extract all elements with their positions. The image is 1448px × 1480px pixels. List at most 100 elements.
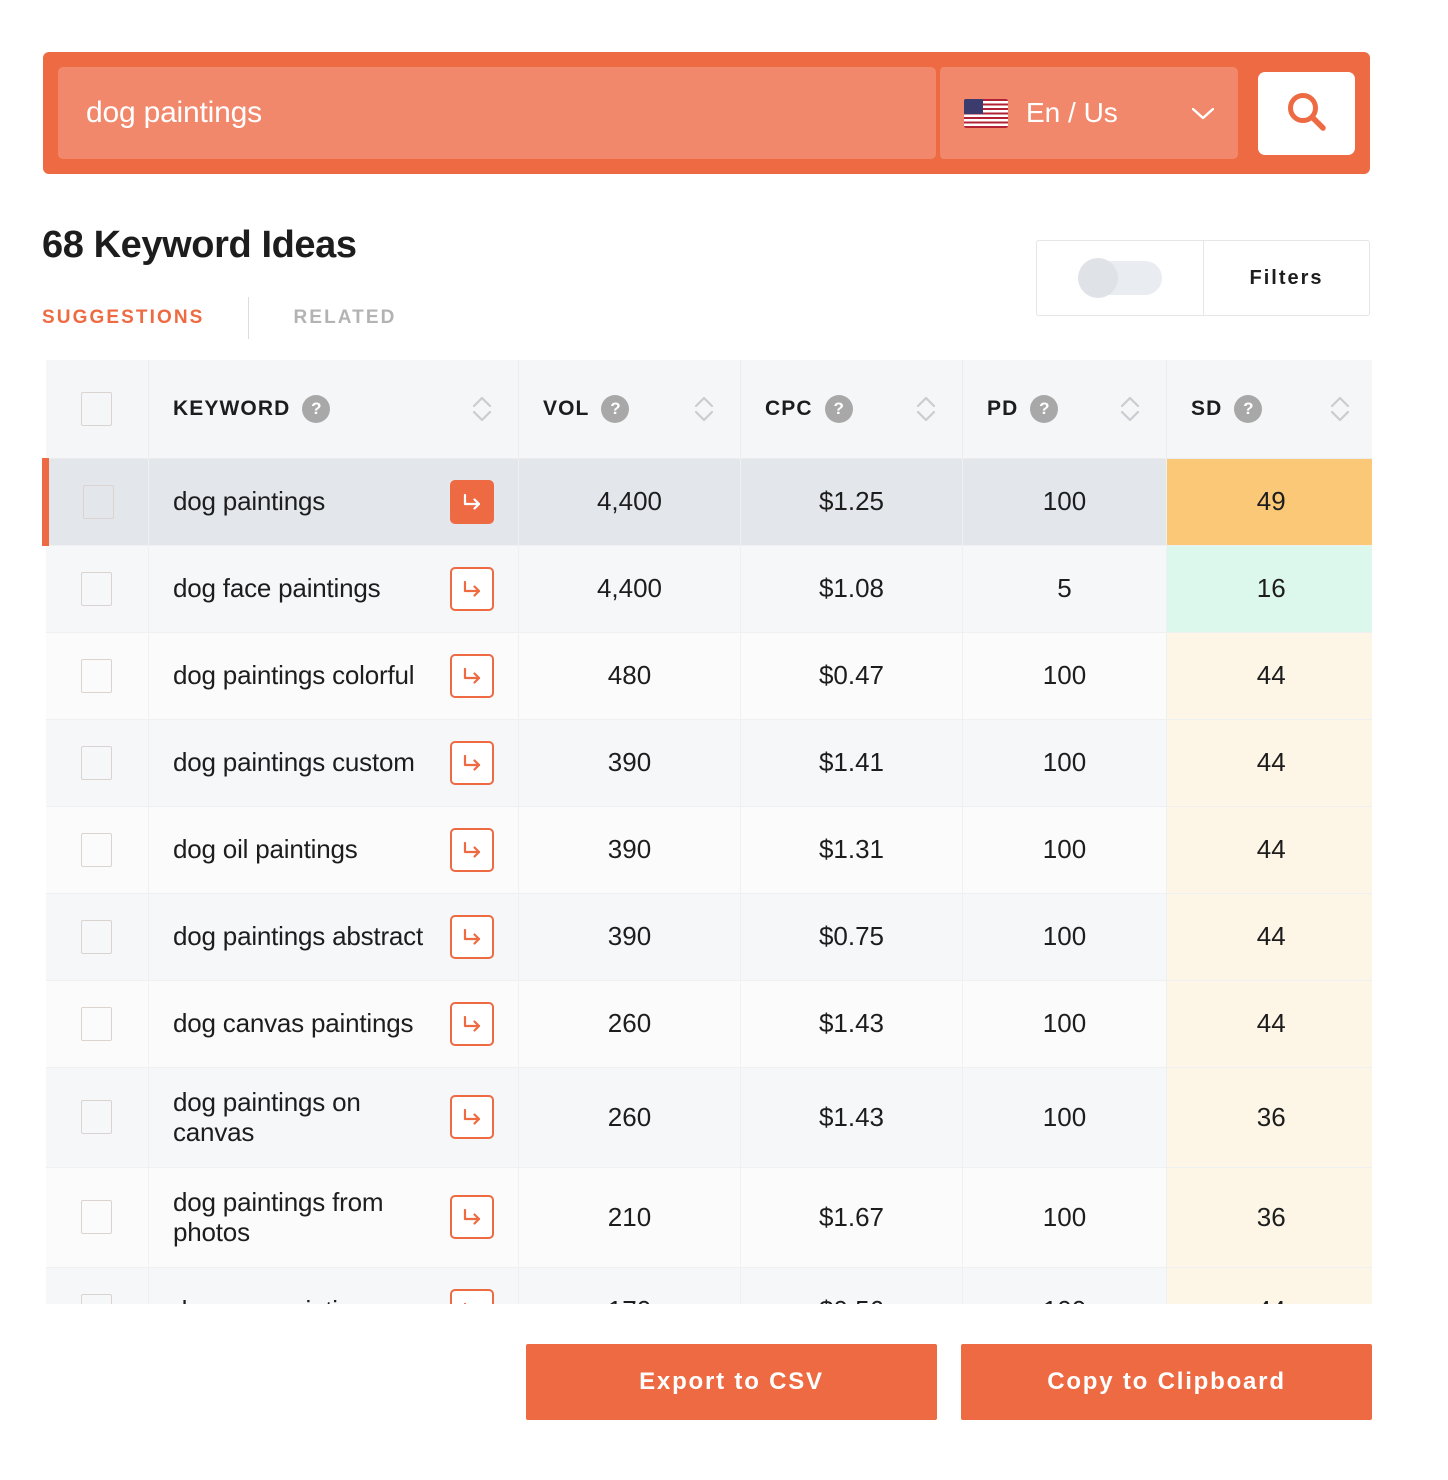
- table-row[interactable]: dog paintings abstract 390 $0.75 100 44: [45, 893, 1372, 981]
- column-header-keyword[interactable]: KEYWORD ?: [148, 360, 519, 459]
- tab-related[interactable]: RELATED: [293, 307, 396, 329]
- column-header-vol[interactable]: VOL ?: [518, 360, 741, 459]
- table-row[interactable]: dog paw paintings 170$0.5610044: [45, 1267, 1372, 1304]
- row-checkbox[interactable]: [81, 1100, 113, 1135]
- search-input[interactable]: [86, 96, 908, 130]
- us-flag-icon: [964, 98, 1008, 128]
- enter-arrow-icon[interactable]: [450, 479, 494, 524]
- keyword-cell: dog paintings: [148, 458, 519, 546]
- row-checkbox[interactable]: [81, 1293, 113, 1304]
- enter-arrow-icon[interactable]: [450, 653, 494, 698]
- table-row[interactable]: dog canvas paintings 260 $1.43 100 44: [45, 980, 1372, 1068]
- help-icon-pd[interactable]: ?: [1030, 394, 1059, 423]
- row-select-cell: [45, 1267, 149, 1304]
- keyword-text: dog paintings abstract: [173, 921, 423, 952]
- table-row[interactable]: dog face paintings 4,400 $1.08 5 16: [45, 545, 1372, 633]
- export-to-csv-button[interactable]: Export to CSV: [526, 1344, 937, 1420]
- column-label-sd: SD: [1191, 396, 1223, 420]
- pd-cell: 5: [962, 545, 1167, 633]
- page-title: 68 Keyword Ideas: [42, 224, 357, 266]
- keyword-text: dog face paintings: [173, 573, 381, 604]
- pd-cell: 100: [962, 1067, 1167, 1168]
- keyword-table-scroll[interactable]: KEYWORD ? VOL ? CPC ? PD ? SD ? dog pain…: [42, 360, 1372, 1304]
- row-select-cell: [45, 980, 149, 1068]
- keyword-cell: dog paintings custom: [148, 719, 519, 807]
- keyword-cell: dog paintings on canvas: [148, 1067, 519, 1168]
- enter-arrow-icon[interactable]: [450, 740, 494, 785]
- table-row[interactable]: dog paintings colorful 480 $0.47 100 44: [45, 632, 1372, 720]
- pd-cell: 100: [962, 893, 1167, 981]
- filters-control: Filters: [1036, 240, 1370, 316]
- keyword-text: dog paw paintings: [173, 1295, 379, 1304]
- enter-arrow-icon[interactable]: [450, 1095, 494, 1139]
- help-icon-keyword[interactable]: ?: [302, 394, 331, 423]
- filters-toggle[interactable]: [1037, 241, 1204, 315]
- row-checkbox[interactable]: [81, 919, 113, 954]
- row-checkbox[interactable]: [81, 571, 113, 606]
- enter-arrow-icon[interactable]: [450, 1195, 494, 1239]
- tab-suggestions[interactable]: SUGGESTIONS: [42, 307, 204, 329]
- sd-cell: 16: [1166, 545, 1372, 633]
- sd-cell: 36: [1166, 1167, 1372, 1268]
- search-bar: En / Us: [43, 52, 1370, 174]
- column-header-cpc[interactable]: CPC ?: [740, 360, 963, 459]
- enter-arrow-icon[interactable]: [450, 914, 494, 959]
- table-row[interactable]: dog paintings from photos 210 $1.67 100 36: [45, 1167, 1372, 1268]
- pd-cell: 100: [962, 1267, 1167, 1304]
- enter-arrow-icon[interactable]: [450, 566, 494, 611]
- select-all-cell: [45, 360, 149, 459]
- cpc-cell: $1.25: [740, 458, 963, 546]
- help-icon-sd[interactable]: ?: [1234, 394, 1263, 423]
- language-selector[interactable]: En / Us: [938, 67, 1238, 159]
- keyword-cell: dog face paintings: [148, 545, 519, 633]
- table-row[interactable]: dog paintings custom 390 $1.41 100 44: [45, 719, 1372, 807]
- keyword-cell: dog paintings abstract: [148, 893, 519, 981]
- sort-icon-pd[interactable]: [1118, 391, 1142, 427]
- keyword-cell: dog paintings from photos: [148, 1167, 519, 1268]
- vol-cell: 390: [518, 806, 741, 894]
- pd-cell: 100: [962, 458, 1167, 546]
- copy-to-clipboard-button[interactable]: Copy to Clipboard: [961, 1344, 1372, 1420]
- chevron-down-icon: [1191, 107, 1215, 120]
- vol-cell: 260: [518, 980, 741, 1068]
- sd-cell: 49: [1166, 458, 1372, 546]
- column-header-sd[interactable]: SD ?: [1166, 360, 1372, 459]
- keyword-text: dog paintings from photos: [173, 1186, 384, 1247]
- enter-arrow-icon[interactable]: [450, 1001, 494, 1046]
- row-select-cell: [45, 632, 149, 720]
- cpc-cell: $1.08: [740, 545, 963, 633]
- row-checkbox[interactable]: [81, 658, 113, 693]
- column-label-cpc: CPC: [765, 396, 813, 420]
- table-body: dog paintings 4,400 $1.25 100 49 dog face pai…: [42, 458, 1372, 1304]
- row-checkbox[interactable]: [81, 832, 113, 867]
- table-row[interactable]: dog oil paintings 390 $1.31 100 44: [45, 806, 1372, 894]
- column-label-keyword: KEYWORD: [173, 396, 291, 420]
- table-row[interactable]: dog paintings 4,400 $1.25 100 49: [42, 458, 1372, 546]
- search-icon: [1286, 91, 1328, 136]
- table-row[interactable]: dog paintings on canvas 260 $1.43 100 36: [45, 1067, 1372, 1168]
- enter-arrow-icon[interactable]: [450, 827, 494, 872]
- row-checkbox[interactable]: [81, 1200, 113, 1235]
- help-icon-vol[interactable]: ?: [601, 394, 630, 423]
- column-header-pd[interactable]: PD ?: [962, 360, 1167, 459]
- row-select-cell: [45, 806, 149, 894]
- enter-arrow-icon[interactable]: [450, 1288, 494, 1304]
- sort-icon-vol[interactable]: [692, 391, 716, 427]
- sort-icon-keyword[interactable]: [470, 391, 494, 427]
- vol-cell: 480: [518, 632, 741, 720]
- sort-icon-cpc[interactable]: [914, 391, 938, 427]
- help-icon-cpc[interactable]: ?: [824, 394, 853, 423]
- sort-icon-sd[interactable]: [1328, 391, 1352, 427]
- pd-cell: 100: [962, 719, 1167, 807]
- row-select-cell: [42, 458, 149, 546]
- keyword-text: dog paintings: [173, 486, 326, 517]
- row-checkbox[interactable]: [81, 1006, 113, 1041]
- row-checkbox[interactable]: [81, 745, 113, 780]
- filters-button[interactable]: Filters: [1204, 267, 1369, 290]
- search-button[interactable]: [1258, 71, 1355, 155]
- vol-cell: 4,400: [518, 545, 741, 633]
- vol-cell: 4,400: [518, 458, 741, 546]
- row-checkbox[interactable]: [83, 484, 114, 519]
- select-all-checkbox[interactable]: [81, 391, 113, 426]
- sd-cell: 44: [1166, 1267, 1372, 1304]
